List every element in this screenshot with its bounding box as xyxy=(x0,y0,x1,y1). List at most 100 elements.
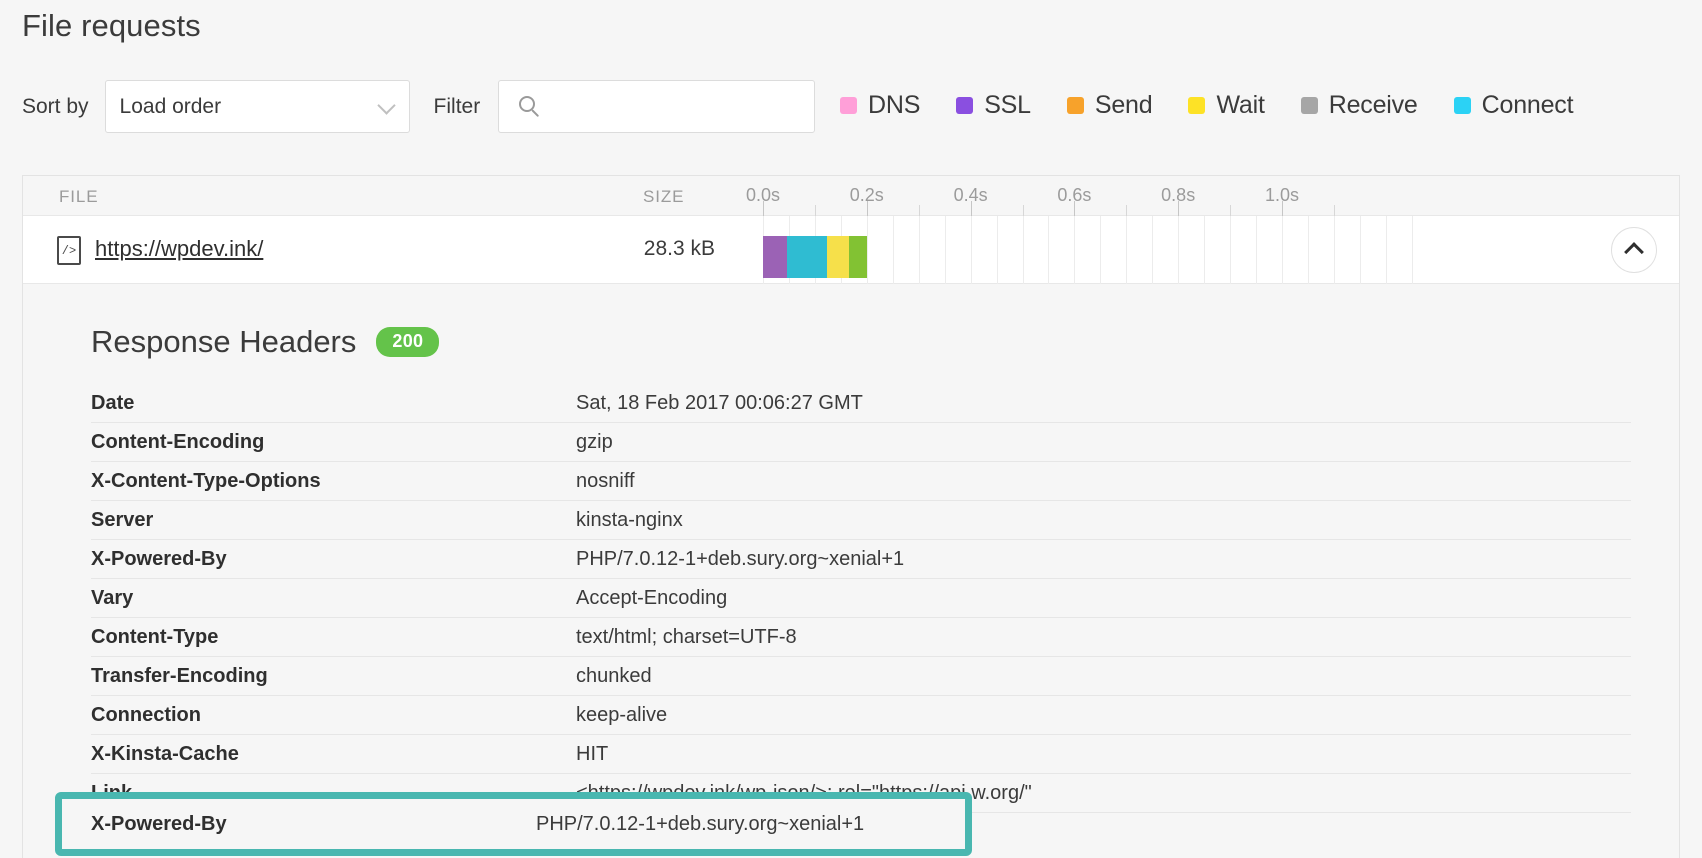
timeline-minor-tick-mark xyxy=(1230,205,1232,216)
response-header-row: Content-Encoding gzip xyxy=(91,423,1631,462)
response-header-row: X-Kinsta-Cache HIT xyxy=(91,735,1631,774)
timeline-ruler: 0.0s 0.2s 0.4s 0.6s 0.8s 1.0s xyxy=(741,176,1679,216)
highlighted-header-row: X-Powered-By PHP/7.0.12-1+deb.sury.org~x… xyxy=(91,808,864,840)
timeline-minor-tick-mark xyxy=(1022,205,1024,216)
legend-item-connect: Connect xyxy=(1453,91,1574,120)
response-header-name: X-Content-Type-Options xyxy=(91,469,321,492)
timeline-gridline xyxy=(1204,216,1206,284)
column-header-size: SIZE xyxy=(643,187,685,206)
highlighted-header-name: X-Powered-By xyxy=(91,812,227,835)
table-row: /> https://wpdev.ink/ 28.3 kB xyxy=(23,216,1679,284)
response-header-value: gzip xyxy=(576,430,613,453)
timeline-tick-mark xyxy=(1178,201,1180,216)
waterfall-segment-connect xyxy=(787,236,827,278)
timeline-gridline xyxy=(1230,216,1232,284)
response-header-row: Date Sat, 18 Feb 2017 00:06:27 GMT xyxy=(91,384,1631,423)
timeline-minor-tick-mark xyxy=(918,205,920,216)
timeline-gridline xyxy=(996,216,998,284)
legend-label-connect: Connect xyxy=(1481,91,1574,119)
legend-item-ssl: SSL xyxy=(956,91,1031,120)
legend-item-wait: Wait xyxy=(1188,91,1265,120)
legend-label-ssl: SSL xyxy=(984,91,1031,119)
legend-label-dns: DNS xyxy=(868,91,921,119)
legend-item-send: Send xyxy=(1066,91,1153,120)
response-header-value: text/html; charset=UTF-8 xyxy=(576,625,797,648)
dns-color-swatch xyxy=(840,97,857,114)
waterfall-bar[interactable] xyxy=(763,236,867,278)
timeline-gridline xyxy=(1074,216,1076,284)
requests-card: FILE SIZE 0.0s 0.2s 0.4s 0.6s 0.8s 1.0s /> ht… xyxy=(22,175,1680,858)
chevron-down-icon xyxy=(376,95,396,115)
timeline-minor-tick-mark xyxy=(1333,205,1335,216)
detail-title: Response Headers xyxy=(91,324,357,359)
response-header-row: Server kinsta-nginx xyxy=(91,501,1631,540)
legend-label-receive: Receive xyxy=(1328,91,1418,119)
response-header-value: chunked xyxy=(576,664,652,687)
timeline-tick-mark xyxy=(1074,201,1076,216)
column-header-file: FILE xyxy=(59,187,99,206)
timeline-gridline xyxy=(1100,216,1102,284)
waterfall-segment-ssl xyxy=(763,236,788,278)
timeline-gridline xyxy=(1048,216,1050,284)
timeline-gridline xyxy=(1333,216,1335,284)
response-header-name: Transfer-Encoding xyxy=(91,664,268,687)
response-header-name: Content-Type xyxy=(91,625,219,648)
sort-by-label: Sort by xyxy=(22,94,89,118)
response-header-value: keep-alive xyxy=(576,703,668,726)
response-header-row: Vary Accept-Encoding xyxy=(91,579,1631,618)
search-input[interactable] xyxy=(499,81,815,132)
response-header-value: kinsta-nginx xyxy=(576,508,683,531)
request-url-link[interactable]: https://wpdev.ink/ xyxy=(95,236,263,262)
page-title: File requests xyxy=(22,8,201,43)
response-header-value: HIT xyxy=(576,742,609,765)
response-header-name: Connection xyxy=(91,703,201,726)
timeline-gridline xyxy=(1411,216,1413,284)
table-header: FILE SIZE 0.0s 0.2s 0.4s 0.6s 0.8s 1.0s xyxy=(23,176,1679,216)
request-size: 28.3 kB xyxy=(643,237,715,260)
timeline-gridline xyxy=(970,216,972,284)
sort-order-select[interactable]: Load order xyxy=(104,80,410,133)
timeline-gridline xyxy=(866,216,868,284)
response-header-value: nosniff xyxy=(576,469,635,492)
filter-label: Filter xyxy=(433,94,481,118)
response-header-row: X-Content-Type-Options nosniff xyxy=(91,462,1631,501)
timeline-tick-mark xyxy=(866,201,868,216)
response-headers-table: Date Sat, 18 Feb 2017 00:06:27 GMT Content… xyxy=(91,384,1631,813)
response-header-name: X-Kinsta-Cache xyxy=(91,742,239,765)
timeline-gridline xyxy=(1307,216,1309,284)
status-badge: 200 xyxy=(376,327,440,357)
response-header-row: X-Powered-By PHP/7.0.12-1+deb.sury.org~xe… xyxy=(91,540,1631,579)
response-header-name: Content-Encoding xyxy=(91,430,265,453)
timeline-gridline xyxy=(1178,216,1180,284)
timeline-gridline xyxy=(1359,216,1361,284)
ssl-color-swatch xyxy=(956,97,974,114)
highlighted-header-value: PHP/7.0.12-1+deb.sury.org~xenial+1 xyxy=(536,812,865,835)
timeline-gridline xyxy=(1282,216,1283,284)
response-header-value: <https://wpdev.ink/wp-json/>; rel="https… xyxy=(576,781,1032,804)
timeline-minor-tick-mark xyxy=(1126,205,1128,216)
toolbar: Sort by Load order Filter xyxy=(22,80,816,133)
request-waterfall xyxy=(741,216,1679,284)
response-header-value: PHP/7.0.12-1+deb.sury.org~xenial+1 xyxy=(576,547,905,570)
collapse-details-button[interactable] xyxy=(1611,227,1657,273)
waterfall-segment-receive xyxy=(848,236,867,278)
send-color-swatch xyxy=(1066,97,1084,114)
response-header-value: Accept-Encoding xyxy=(576,586,728,609)
connect-color-swatch xyxy=(1453,97,1471,114)
response-header-name: Server xyxy=(91,508,154,531)
timeline-gridline xyxy=(944,216,946,284)
legend-item-dns: DNS xyxy=(840,91,920,120)
timeline-gridline xyxy=(918,216,920,284)
timeline-gridline xyxy=(1126,216,1128,284)
filter-search-box[interactable] xyxy=(498,80,816,133)
response-header-name: X-Powered-By xyxy=(91,547,227,570)
response-detail-panel: Response Headers 200 Date Sat, 18 Feb 201… xyxy=(23,284,1679,858)
timeline-gridline xyxy=(1385,216,1387,284)
response-header-name: Link xyxy=(91,781,133,804)
legend-item-receive: Receive xyxy=(1300,91,1418,120)
timing-legend: DNS SSL Send Wait Receive Connect xyxy=(840,91,1574,120)
sort-order-value: Load order xyxy=(119,94,222,118)
response-header-row: Transfer-Encoding chunked xyxy=(91,657,1631,696)
legend-label-wait: Wait xyxy=(1216,91,1265,119)
waterfall-segment-wait xyxy=(826,236,849,278)
